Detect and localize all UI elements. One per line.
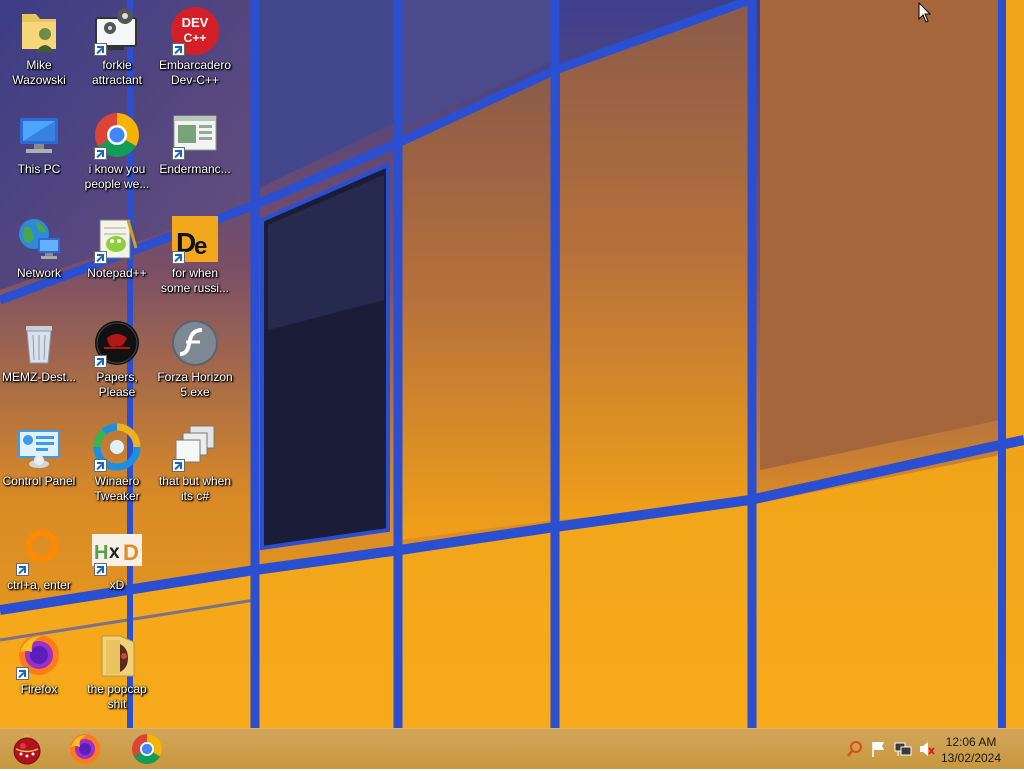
desktop-icon-forza-horizon-5[interactable]: Forza Horizon 5.exe bbox=[156, 312, 234, 400]
shortcut-arrow-icon bbox=[94, 251, 107, 264]
tray-volume[interactable] bbox=[918, 740, 936, 758]
desktop-icon-control-panel[interactable]: Control Panel bbox=[0, 416, 78, 489]
svg-text:x: x bbox=[109, 542, 120, 563]
ring-icon bbox=[14, 526, 64, 576]
desktop-icon-forkie-attractant[interactable]: forkie attractant bbox=[78, 0, 156, 88]
shortcut-arrow-icon bbox=[172, 459, 185, 472]
svg-text:D: D bbox=[123, 540, 139, 565]
stacked-windows-icon bbox=[170, 422, 220, 472]
taskbar-firefox[interactable] bbox=[68, 732, 102, 766]
icon-label: Papers, Please bbox=[96, 370, 138, 399]
ornament-start-icon bbox=[13, 734, 41, 765]
desktop-icon-memz[interactable]: MEMZ-Dest... bbox=[0, 312, 78, 385]
icon-label: Network bbox=[16, 266, 61, 280]
shortcut-arrow-icon bbox=[94, 563, 107, 576]
flash-icon bbox=[170, 318, 220, 368]
svg-text:C++: C++ bbox=[184, 31, 207, 45]
mouse-cursor-icon bbox=[918, 2, 932, 23]
de-app-icon: De bbox=[170, 214, 220, 264]
user-folder-icon bbox=[14, 6, 64, 56]
firefox-icon bbox=[70, 734, 100, 764]
network-icon bbox=[14, 214, 64, 264]
svg-text:e: e bbox=[194, 233, 207, 260]
icon-label: i know you people we... bbox=[84, 162, 150, 191]
icon-label: Firefox bbox=[20, 682, 58, 696]
icon-label: This PC bbox=[17, 162, 61, 176]
shortcut-arrow-icon bbox=[94, 355, 107, 368]
icon-label: forkie attractant bbox=[91, 58, 143, 87]
desktop-icon-endermanch[interactable]: Endermanc... bbox=[156, 104, 234, 177]
tray-network[interactable] bbox=[894, 740, 912, 758]
icon-label: Notepad++ bbox=[87, 266, 147, 280]
shortcut-arrow-icon bbox=[94, 459, 107, 472]
tray-action-center[interactable] bbox=[870, 740, 888, 758]
icon-label: MEMZ-Dest... bbox=[2, 370, 76, 384]
network-tray-icon bbox=[894, 742, 912, 756]
icon-label: Embarcadero Dev-C++ bbox=[158, 58, 232, 87]
window-app-icon bbox=[170, 110, 220, 160]
start-button[interactable] bbox=[10, 732, 44, 766]
desktop-icon-this-pc[interactable]: This PC bbox=[0, 104, 78, 177]
shortcut-arrow-icon bbox=[172, 251, 185, 264]
computer-icon bbox=[14, 110, 64, 160]
icon-label: for when some russi... bbox=[160, 266, 229, 295]
clock-time: 12:06 AM bbox=[945, 735, 997, 749]
flag-icon bbox=[872, 742, 884, 757]
chrome-icon bbox=[92, 110, 142, 160]
icon-label: the popcap shit bbox=[87, 682, 147, 711]
shortcut-arrow-icon bbox=[172, 43, 185, 56]
hxd-icon: HxD bbox=[92, 526, 142, 576]
icon-label: Winaero Tweaker bbox=[94, 474, 140, 503]
desktop-icon-papers-please[interactable]: Papers, Please bbox=[78, 312, 156, 400]
desktop-icon-network[interactable]: Network bbox=[0, 208, 78, 281]
desktop-icon-that-but-when-its-csharp[interactable]: that but when its c# bbox=[156, 416, 234, 504]
tray-search[interactable] bbox=[846, 740, 864, 758]
firefox-icon bbox=[14, 630, 64, 680]
search-icon bbox=[847, 741, 862, 757]
desktop-icon-ctrl-a-enter[interactable]: ctrl+a, enter bbox=[0, 520, 78, 593]
shortcut-arrow-icon bbox=[94, 147, 107, 160]
desktop-icon-winaero-tweaker[interactable]: Winaero Tweaker bbox=[78, 416, 156, 504]
icon-label: Endermanc... bbox=[159, 162, 231, 176]
taskbar: 12:06 AM 13/02/2024 bbox=[0, 728, 1024, 769]
icon-label: ctrl+a, enter bbox=[7, 578, 71, 592]
icon-label: xD bbox=[109, 578, 125, 592]
settings-computer-icon bbox=[92, 6, 142, 56]
desktop-icon-firefox[interactable]: Firefox bbox=[0, 624, 78, 697]
taskbar-clock[interactable]: 12:06 AM 13/02/2024 bbox=[936, 734, 1006, 766]
devcpp-icon: DEV C++ bbox=[170, 6, 220, 56]
icon-label: Forza Horizon 5.exe bbox=[157, 370, 233, 399]
desktop-icon-for-when-some-russi[interactable]: De for when some russi... bbox=[156, 208, 234, 296]
clock-date: 13/02/2024 bbox=[940, 751, 1002, 765]
icon-label: that but when its c# bbox=[158, 474, 232, 503]
icon-label: Control Panel bbox=[2, 474, 76, 488]
winaero-icon bbox=[92, 422, 142, 472]
svg-text:DEV: DEV bbox=[182, 15, 209, 30]
desktop-icon-notepadpp[interactable]: Notepad++ bbox=[78, 208, 156, 281]
desktop-icon-devcpp[interactable]: DEV C++ Embarcadero Dev-C++ bbox=[156, 0, 234, 88]
taskbar-chrome[interactable] bbox=[130, 732, 164, 766]
shortcut-arrow-icon bbox=[94, 43, 107, 56]
desktop-icon-xd[interactable]: HxD xD bbox=[78, 520, 156, 593]
volume-muted-icon bbox=[920, 742, 935, 756]
desktop-icon-mike-wazowski[interactable]: Mike Wazowski bbox=[0, 0, 78, 88]
desktop-icon-popcap-folder[interactable]: the popcap shit bbox=[78, 624, 156, 712]
notepadpp-icon bbox=[92, 214, 142, 264]
chrome-icon bbox=[132, 734, 163, 765]
desktop-icon-chrome-shortcut[interactable]: i know you people we... bbox=[78, 104, 156, 192]
shortcut-arrow-icon bbox=[172, 147, 185, 160]
folder-icon bbox=[92, 630, 142, 680]
shortcut-arrow-icon bbox=[16, 667, 29, 680]
svg-text:H: H bbox=[94, 542, 108, 564]
papers-please-icon bbox=[92, 318, 142, 368]
shortcut-arrow-icon bbox=[16, 563, 29, 576]
icon-label: Mike Wazowski bbox=[12, 58, 66, 87]
recycle-bin-icon bbox=[14, 318, 64, 368]
control-panel-icon bbox=[14, 422, 64, 472]
